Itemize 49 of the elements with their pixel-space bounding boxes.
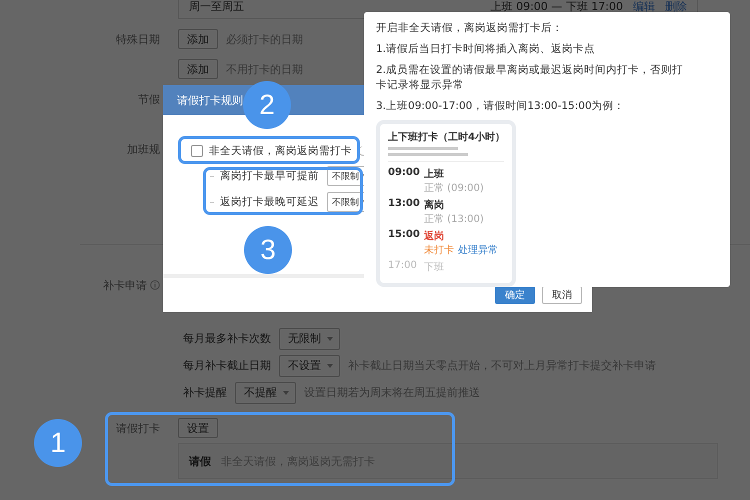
field-label: 请假打卡: [116, 420, 160, 436]
entry-label: 返岗: [424, 230, 445, 243]
option-label: 返岗打卡最晚可延迟: [220, 195, 319, 209]
help-text: 1.请假后当日打卡时间将插入离岗、返岗卡点: [376, 42, 596, 57]
dropdown[interactable]: 无限制: [279, 328, 340, 350]
field-label: 加班规: [127, 142, 160, 156]
dropdown[interactable]: 不设置: [279, 354, 340, 376]
action-link[interactable]: 删除: [665, 0, 687, 14]
help-text: 2.成员需在设置的请假最早离岗或最迟返岗时间内打卡，否则打卡记录将显示异常: [376, 63, 684, 93]
caret-icon: [327, 364, 333, 368]
entry-label: 离岗: [424, 198, 445, 212]
dropdown[interactable]: 不提醒: [235, 382, 296, 404]
summary-title: 请假: [189, 454, 211, 468]
info-icon[interactable]: [150, 280, 160, 290]
workdays-text: 周一至周五: [189, 0, 244, 14]
callout-badge: 1: [34, 419, 82, 467]
help-text: 开启非全天请假，离岗返岗需打卡后：: [376, 21, 564, 36]
action-link[interactable]: 编辑: [633, 0, 655, 14]
checkbox[interactable]: [191, 145, 203, 157]
setting-label: 补卡提醒: [183, 385, 227, 400]
dialog-button[interactable]: 确定: [495, 286, 535, 304]
add-button[interactable]: 添加: [178, 29, 218, 49]
action-link[interactable]: 处理异常: [458, 243, 498, 257]
field-label: 补卡申请: [103, 278, 147, 292]
setting-label: 每月补卡截止日期: [183, 358, 271, 373]
example-title: 上下班打卡（工时4小时）: [388, 130, 505, 144]
add-button[interactable]: 添加: [178, 59, 218, 79]
option-label: 离岗打卡最早可提前: [220, 169, 319, 183]
caret-icon: [327, 336, 333, 340]
setting-label: 每月最多补卡次数: [183, 331, 271, 346]
field-label: 特殊日期: [116, 32, 160, 46]
dialog-title: 请假打卡规则: [177, 92, 243, 108]
work-hours-text: 上班 09:00 — 下班 17:00: [490, 0, 623, 14]
entry-label: 上班: [424, 168, 445, 181]
entry-time: 15:00: [388, 229, 418, 242]
dialog-button[interactable]: 取消: [542, 286, 582, 304]
entry-status: 正常 (13:00): [424, 212, 484, 226]
help-text: 3.上班09:00-17:00，请假时间13:00-15:00为例：: [376, 99, 626, 114]
field-label: 节假: [138, 92, 160, 106]
entry-time: 13:00: [388, 198, 418, 211]
checkbox-label: 非全天请假，离岗返岗需打卡: [209, 144, 352, 158]
entry-label: 下班: [424, 260, 444, 274]
entry-status: 未打卡: [424, 244, 454, 257]
entry-status: 正常 (09:00): [424, 182, 484, 195]
entry-time: 17:00: [388, 260, 418, 273]
blurred-text-line: [388, 147, 458, 150]
caret-icon: [283, 390, 289, 394]
settings-button[interactable]: 设置: [178, 418, 218, 438]
entry-time: 09:00: [388, 167, 418, 180]
